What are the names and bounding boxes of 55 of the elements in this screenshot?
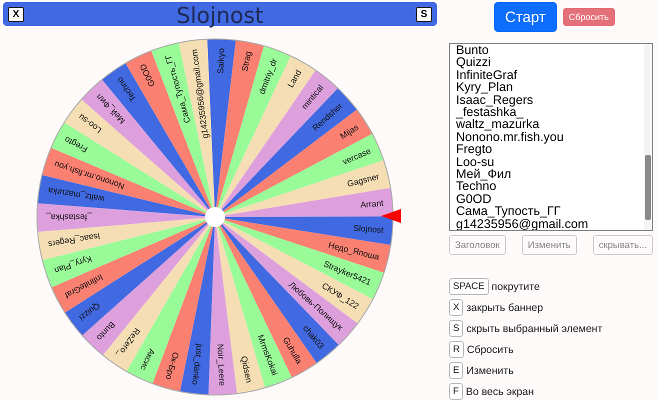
key-cap: S [449, 320, 464, 337]
key-cap: E [449, 362, 464, 379]
segment-label: G0OD [138, 62, 157, 88]
pointer-icon [381, 209, 401, 223]
hide-item-button[interactable]: S [416, 6, 432, 22]
segment-label: Noir_Leere [216, 344, 228, 386]
entry-line: waltz_mazurka [456, 118, 540, 131]
shortcut-description: Сбросить [466, 344, 514, 356]
entry-line: Bunto [456, 44, 490, 56]
entry-line: Loo-su [456, 156, 494, 168]
segment-label: just_danko [190, 343, 205, 386]
shortcut-description: покрутите [492, 280, 540, 292]
entry-line: _festashka_ [456, 106, 524, 118]
shortcut-description: скрыть выбранный элемент [466, 322, 602, 334]
shortcut-description: Изменить [466, 364, 514, 376]
banner-title: Slojnost [176, 5, 264, 29]
key-cap: SPACE [449, 278, 489, 295]
entry-line: Мей_Фил [456, 168, 512, 180]
entry-line: Quizzi [456, 56, 492, 69]
segment-label: Slojnost [352, 222, 384, 236]
entry-button[interactable]: Заголовок [449, 235, 506, 255]
key-cap: X [449, 299, 464, 316]
entry-line: Fregto [456, 143, 492, 156]
entry-line: Nonono.mr.fish.you [456, 130, 565, 144]
segment-label: Saikyo [215, 48, 226, 74]
wheel-hub [205, 207, 225, 227]
segment-label: waltz_mazurka [47, 186, 105, 204]
scrollbar[interactable] [644, 44, 652, 230]
entry-line: Kyry_Plan [456, 81, 514, 94]
entry-line: InfiniteGraf [456, 68, 518, 82]
close-banner-button[interactable]: X [8, 6, 24, 22]
reset-button[interactable]: Сбросить [562, 8, 615, 26]
entry-line: Isaac_Regers [456, 94, 534, 106]
shortcut-description: Во весь экран [466, 386, 534, 398]
segment-label: Strag [239, 50, 254, 72]
entry-line: G0OD [456, 192, 492, 206]
key-cap: R [449, 341, 464, 358]
entries-field[interactable]: Bunto Quizzi InfiniteGraf Kyry_Plan Isaac_Regers _festashka_ waltz_mazurka Nonono.mr.fish.you Fregto Loo-su Мей_Фил Techno G0OD Сама_Тупость_ГГ g14235956@gmail.com [449, 43, 653, 231]
segment-label: Ок-Бро [164, 351, 182, 381]
entry-line: Сама_Тупость_ГГ [456, 205, 562, 218]
segment-label: Mijas [338, 122, 360, 142]
shortcut-description: закрыть баннер [466, 302, 544, 314]
entry-button[interactable]: скрывать... [592, 235, 653, 255]
segment-label: Qidsen [239, 355, 254, 384]
start-button[interactable]: Старт [494, 2, 557, 32]
entry-button[interactable]: Изменить [522, 235, 577, 255]
entry-line: Techno [456, 180, 496, 193]
segment-label: Gagsner [346, 171, 380, 189]
segment-label: Land [285, 68, 304, 90]
segment-label: _festashka_ [46, 212, 92, 223]
segment-label: Arrant [360, 198, 384, 210]
key-cap: F [449, 383, 463, 400]
entry-line: g14235956@gmail.com [456, 218, 590, 230]
segment-label: Аксис [138, 347, 158, 372]
segment-label: Isaac_Regers [47, 231, 101, 250]
